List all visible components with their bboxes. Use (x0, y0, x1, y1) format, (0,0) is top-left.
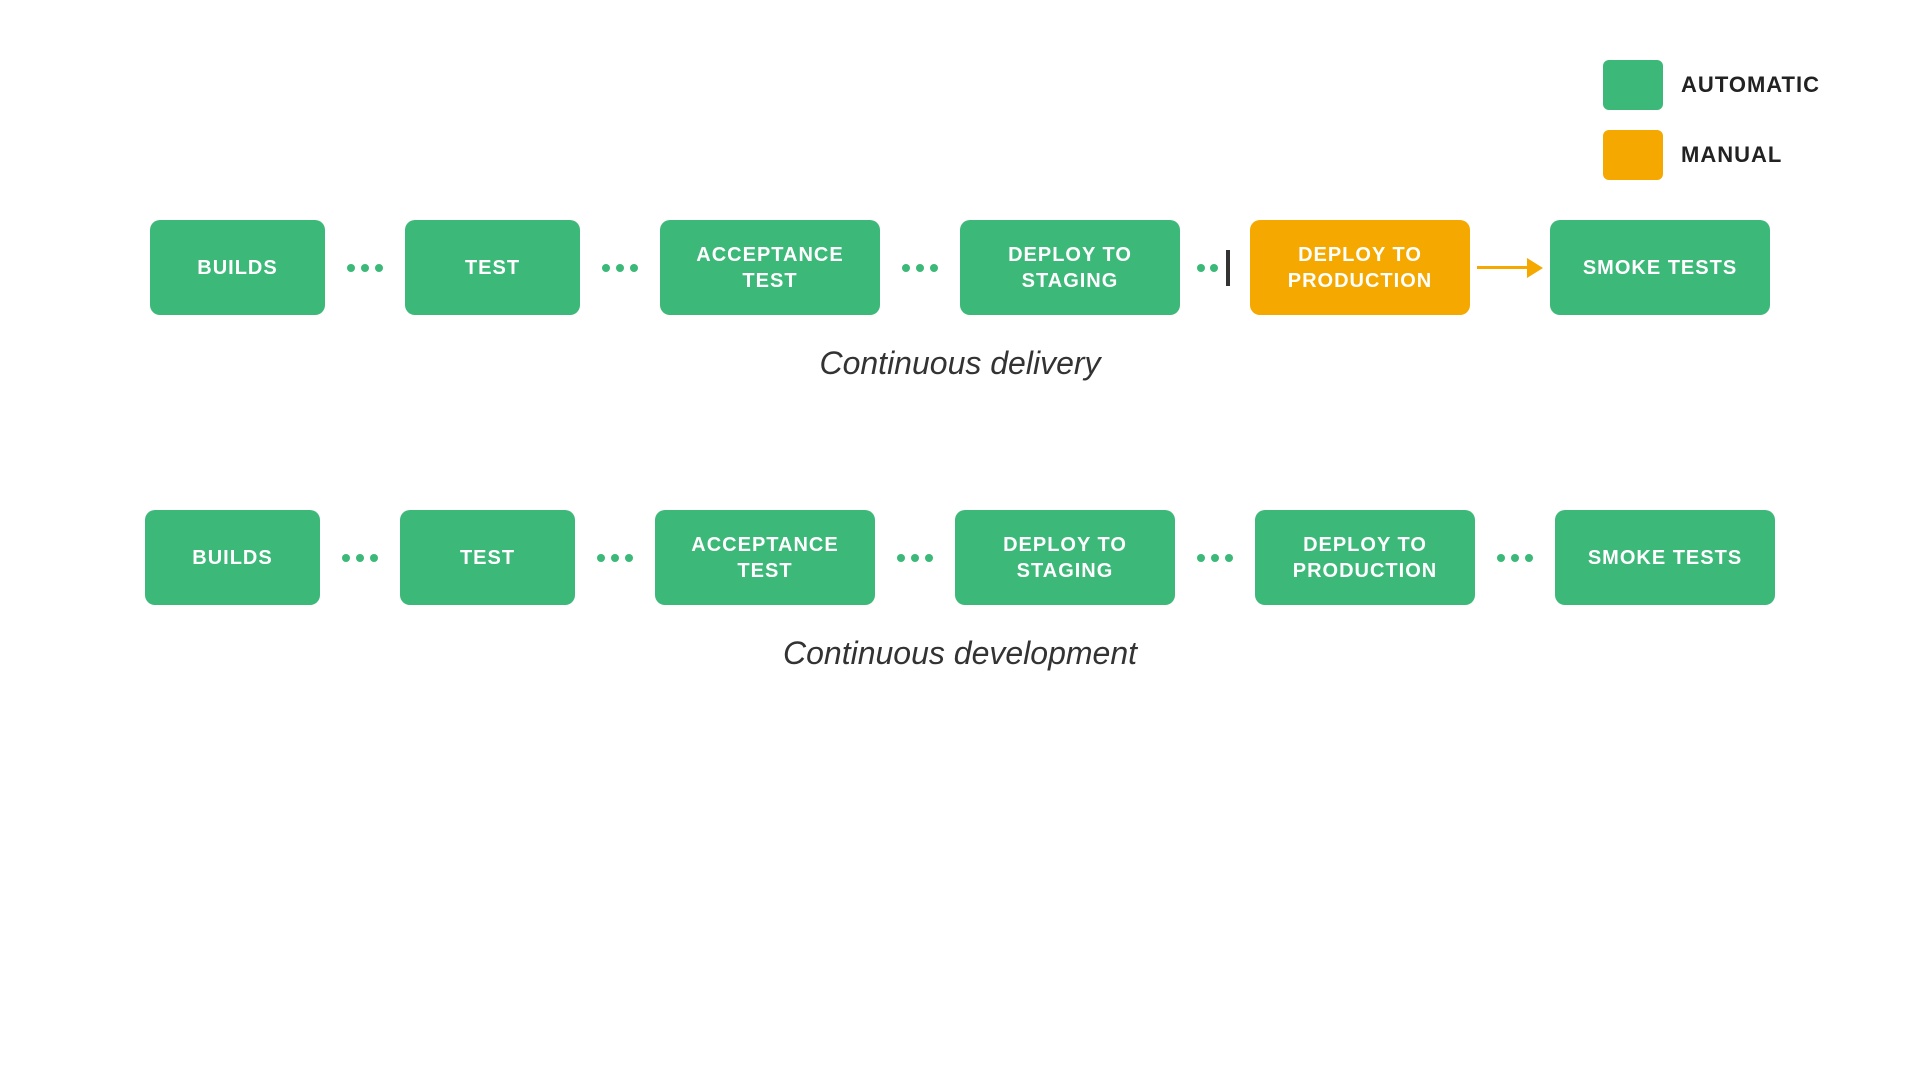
dev-dots-3 (897, 554, 933, 562)
gate-dots (1197, 264, 1218, 272)
development-acceptance-test: ACCEPTANCETEST (655, 510, 875, 605)
delivery-acceptance-test: ACCEPTANCETEST (660, 220, 880, 315)
delivery-label: Continuous delivery (0, 345, 1920, 382)
gate-connector (1180, 250, 1250, 286)
development-deploy-staging: DEPLOY TOSTAGING (955, 510, 1175, 605)
delivery-section: BUILDS TEST ACCEPTANCETEST (0, 220, 1920, 382)
legend-automatic: AUTOMATIC (1603, 60, 1820, 110)
dev-connector-1 (320, 554, 400, 562)
dev-dots-4 (1197, 554, 1233, 562)
manual-color-box (1603, 130, 1663, 180)
delivery-pipeline-row: BUILDS TEST ACCEPTANCETEST (0, 220, 1920, 315)
automatic-label: AUTOMATIC (1681, 72, 1820, 98)
development-test: TEST (400, 510, 575, 605)
dev-connector-2 (575, 554, 655, 562)
connector-2 (580, 264, 660, 272)
dots-3 (902, 264, 938, 272)
legend-manual: MANUAL (1603, 130, 1820, 180)
delivery-builds: BUILDS (150, 220, 325, 315)
delivery-deploy-production: DEPLOY TOPRODUCTION (1250, 220, 1470, 315)
legend: AUTOMATIC MANUAL (1603, 60, 1820, 180)
dots-1 (347, 264, 383, 272)
page: AUTOMATIC MANUAL BUILDS TEST (0, 0, 1920, 1080)
arrow-head (1527, 258, 1543, 278)
dev-connector-3 (875, 554, 955, 562)
development-label: Continuous development (0, 635, 1920, 672)
development-pipeline-row: BUILDS TEST ACCEPTANCETEST (0, 510, 1920, 605)
gate-bar (1226, 250, 1230, 286)
automatic-color-box (1603, 60, 1663, 110)
arrow-line (1477, 266, 1527, 269)
dev-dots-5 (1497, 554, 1533, 562)
delivery-deploy-staging: DEPLOY TOSTAGING (960, 220, 1180, 315)
development-deploy-production: DEPLOY TOPRODUCTION (1255, 510, 1475, 605)
development-builds: BUILDS (145, 510, 320, 605)
development-smoke-tests: SMOKE TESTS (1555, 510, 1775, 605)
delivery-smoke-tests: SMOKE TESTS (1550, 220, 1770, 315)
manual-label: MANUAL (1681, 142, 1782, 168)
dots-2 (602, 264, 638, 272)
dev-dots-2 (597, 554, 633, 562)
development-section: BUILDS TEST ACCEPTANCETEST (0, 510, 1920, 672)
delivery-test: TEST (405, 220, 580, 315)
dev-connector-4 (1175, 554, 1255, 562)
connector-3 (880, 264, 960, 272)
dev-connector-5 (1475, 554, 1555, 562)
connector-1 (325, 264, 405, 272)
dev-dots-1 (342, 554, 378, 562)
arrow-connector (1470, 258, 1550, 278)
